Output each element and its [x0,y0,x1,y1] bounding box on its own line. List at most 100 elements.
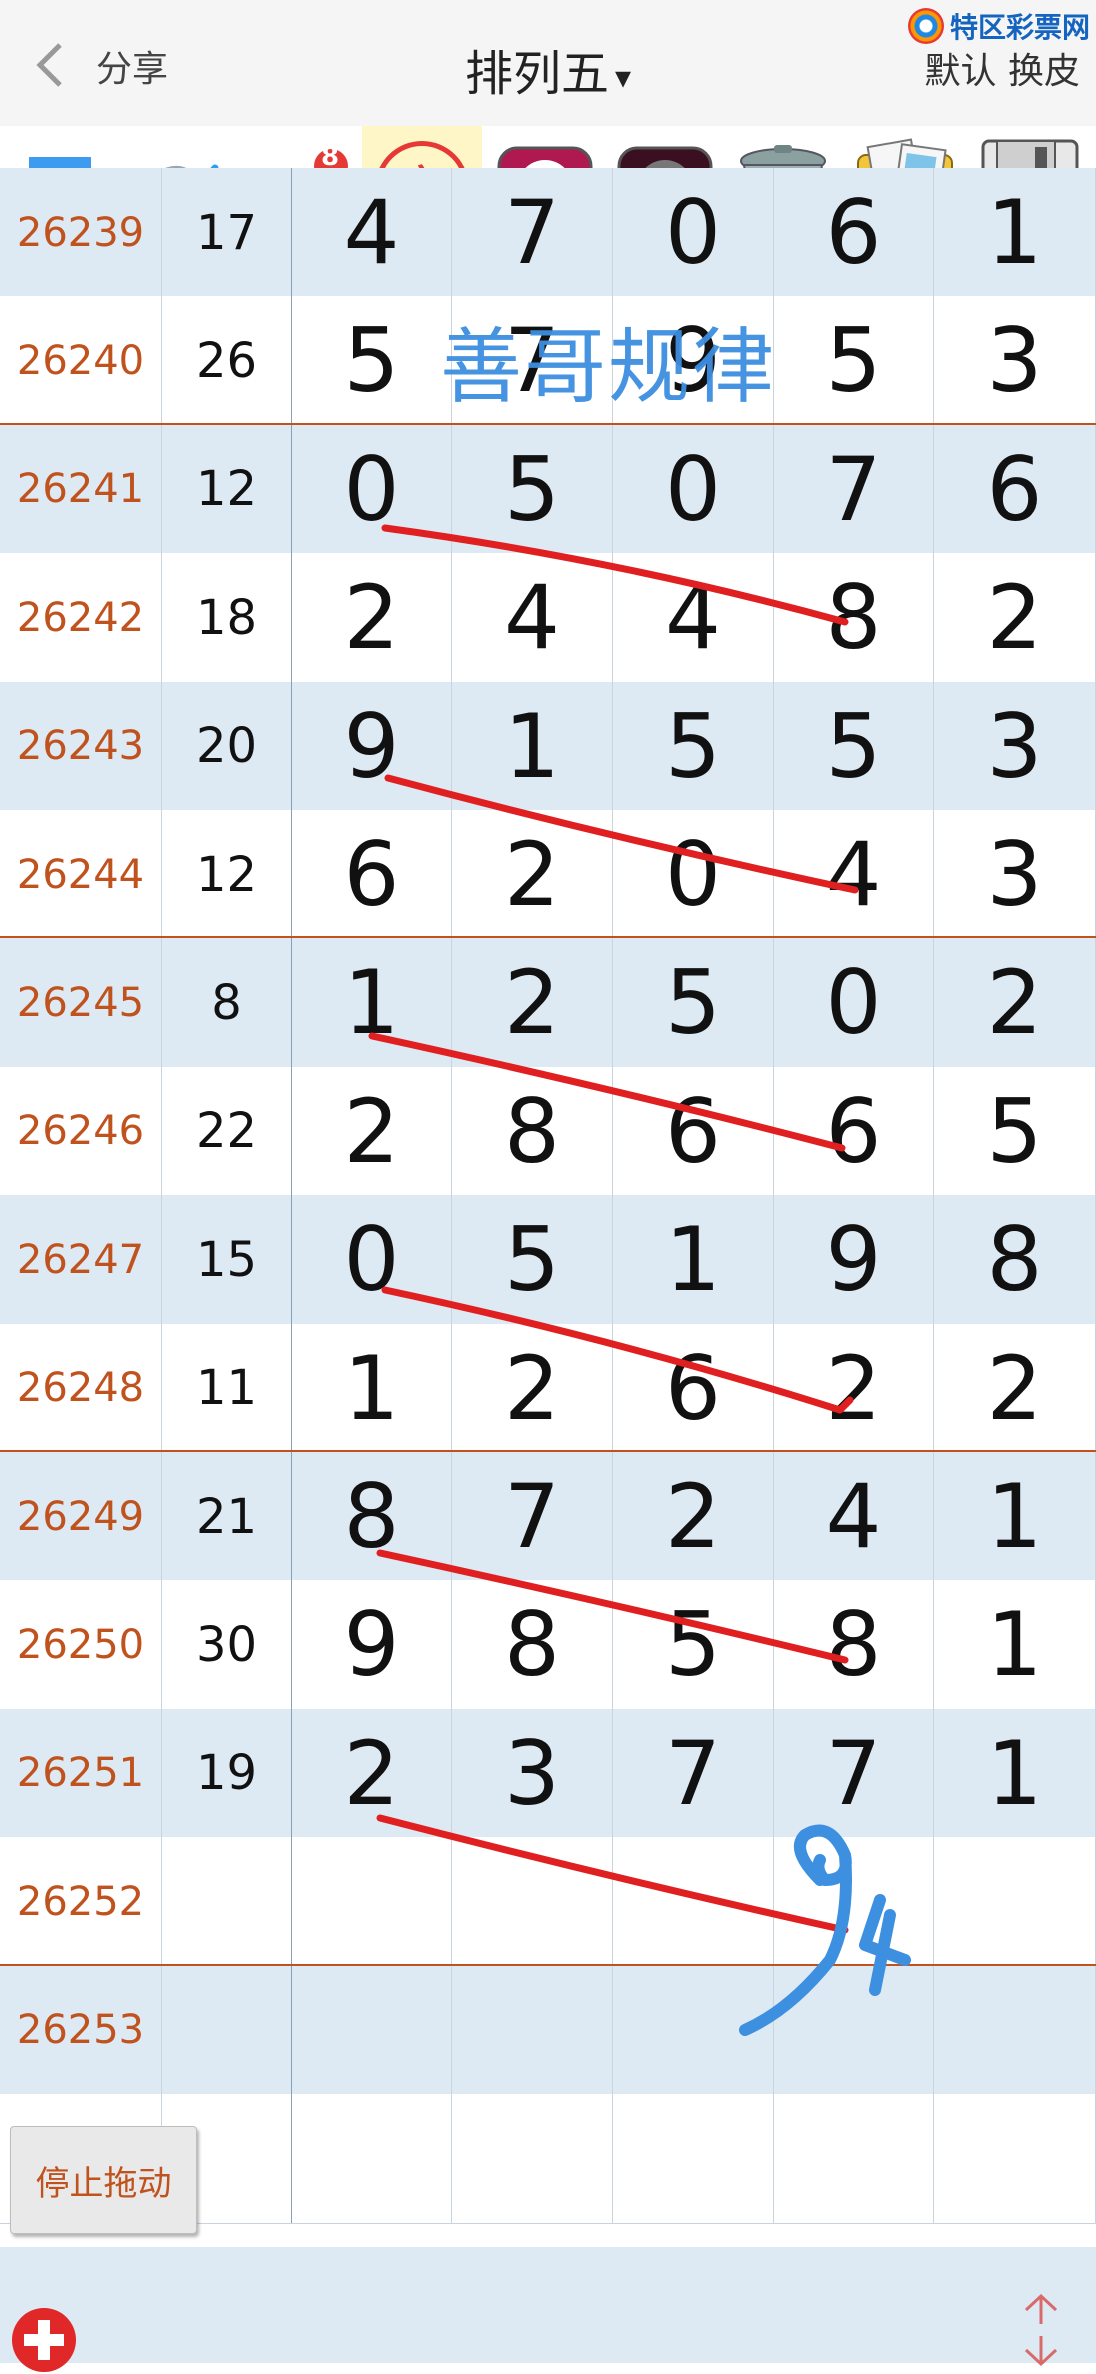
digit-cell[interactable]: 5 [613,1580,774,1710]
digit-cell[interactable] [934,1837,1096,1967]
digit-cell[interactable]: 9 [292,681,452,811]
digit-cell[interactable]: 1 [934,1452,1096,1581]
digit-cell[interactable]: 0 [292,1195,452,1325]
digit-cell[interactable]: 1 [934,1580,1096,1710]
sum-cell: 20 [162,681,292,811]
digit-cell[interactable]: 1 [292,1323,452,1453]
digit-cell[interactable]: 5 [452,1195,613,1325]
digit-cell[interactable]: 6 [774,168,934,297]
digit-cell[interactable]: 2 [452,1323,613,1453]
digit-cell[interactable] [774,2094,934,2223]
digit-cell[interactable]: 4 [452,553,613,683]
digit-cell[interactable]: 4 [774,1452,934,1581]
digit-cell[interactable]: 1 [934,1708,1096,1838]
digit-cell[interactable]: 8 [292,1452,452,1581]
digit-cell[interactable]: 5 [292,296,452,426]
digit-cell[interactable]: 5 [934,1066,1096,1196]
digit-cell[interactable]: 7 [613,1708,774,1838]
digit-cell[interactable]: 8 [452,1066,613,1196]
digit-cell[interactable] [613,1837,774,1967]
digit-cell[interactable]: 8 [774,1580,934,1710]
digit-cell[interactable]: 1 [613,1195,774,1325]
digit-cell[interactable]: 1 [934,168,1096,297]
digit-cell[interactable]: 6 [613,1066,774,1196]
digit-cell[interactable]: 0 [613,168,774,297]
digit-cell[interactable] [613,1965,774,2095]
digit-cell[interactable]: 2 [934,553,1096,683]
digit-cell[interactable] [774,1965,934,2095]
digit-cell[interactable]: 0 [774,938,934,1068]
digit-cell[interactable]: 7 [774,424,934,554]
add-icon[interactable] [10,2306,78,2374]
digit-cell[interactable]: 8 [452,1580,613,1710]
digit-cell[interactable]: 2 [292,553,452,683]
period-cell: 26248 [0,1323,162,1453]
digit-cell[interactable]: 5 [613,681,774,811]
digit-cell[interactable] [292,1965,452,2095]
digit-cell[interactable]: 6 [774,1066,934,1196]
digit-cell[interactable]: 0 [292,424,452,554]
digit-cell[interactable]: 2 [452,810,613,939]
table-row: 26251 19 2 3 7 7 1 [0,1708,1096,1839]
digit-cell[interactable]: 5 [774,681,934,811]
digit-cell[interactable]: 2 [613,1452,774,1581]
digit-cell[interactable]: 4 [613,553,774,683]
digit-cell[interactable]: 5 [774,296,934,426]
digit-cell[interactable]: 7 [452,1452,613,1581]
digit-cell[interactable]: 1 [292,938,452,1068]
digit-cell[interactable]: 4 [292,168,452,297]
period-cell: 26245 [0,938,162,1068]
digit-cell[interactable] [613,2094,774,2223]
digit-cell[interactable]: 9 [292,1580,452,1710]
table-row: 26239 17 4 7 0 6 1 [0,168,1096,298]
scroll-up-down-icon[interactable] [1016,2290,1066,2370]
digit-cell[interactable] [934,1965,1096,2095]
digit-cell[interactable]: 5 [613,938,774,1068]
digit-cell[interactable] [452,2094,613,2223]
sum-cell [162,1837,292,1967]
logo-icon [907,8,944,44]
digit-cell[interactable] [292,1837,452,1967]
skin-button[interactable]: 默认 换皮 [925,42,1080,94]
digit-cell[interactable]: 0 [613,424,774,554]
digit-cell[interactable]: 6 [292,810,452,939]
digit-cell[interactable]: 8 [934,1195,1096,1325]
digit-cell[interactable] [452,1837,613,1967]
digit-cell[interactable]: 3 [934,296,1096,426]
digit-cell[interactable]: 5 [452,424,613,554]
digit-cell[interactable]: 7 [452,168,613,297]
period-cell: 26242 [0,553,162,683]
digit-cell[interactable] [774,1837,934,1967]
digit-cell[interactable]: 4 [774,810,934,939]
watermark-text: 善哥规律 [440,320,777,415]
period-cell: 26250 [0,1580,162,1710]
digit-cell[interactable]: 9 [774,1195,934,1325]
sum-cell: 22 [162,1066,292,1196]
sum-cell: 12 [162,810,292,939]
digit-cell[interactable]: 3 [934,810,1096,939]
digit-cell[interactable]: 2 [292,1708,452,1838]
digit-cell[interactable]: 2 [774,1323,934,1453]
table-row: 26247 15 0 5 1 9 8 [0,1195,1096,1326]
sum-cell: 11 [162,1323,292,1453]
digit-cell[interactable] [292,2094,452,2223]
digit-cell[interactable]: 2 [934,938,1096,1068]
digit-cell[interactable]: 0 [613,810,774,939]
sum-cell: 18 [162,553,292,683]
digit-cell[interactable]: 6 [613,1323,774,1453]
digit-cell[interactable] [934,2094,1096,2223]
digit-cell[interactable]: 2 [292,1066,452,1196]
table-row: 26244 12 6 2 0 4 3 [0,810,1096,940]
digit-cell[interactable]: 6 [934,424,1096,554]
digit-cell[interactable]: 8 [774,553,934,683]
digit-cell[interactable]: 7 [774,1708,934,1838]
digit-cell[interactable]: 2 [934,1323,1096,1453]
digit-cell[interactable]: 1 [452,681,613,811]
digit-cell[interactable]: 3 [452,1708,613,1838]
digit-cell[interactable]: 2 [452,938,613,1068]
digit-cell[interactable]: 3 [934,681,1096,811]
stop-drag-button[interactable]: 停止拖动 [10,2126,197,2234]
period-cell: 26251 [0,1708,162,1838]
digit-cell[interactable] [452,1965,613,2095]
table-row: 26248 11 1 2 6 2 2 [0,1323,1096,1454]
